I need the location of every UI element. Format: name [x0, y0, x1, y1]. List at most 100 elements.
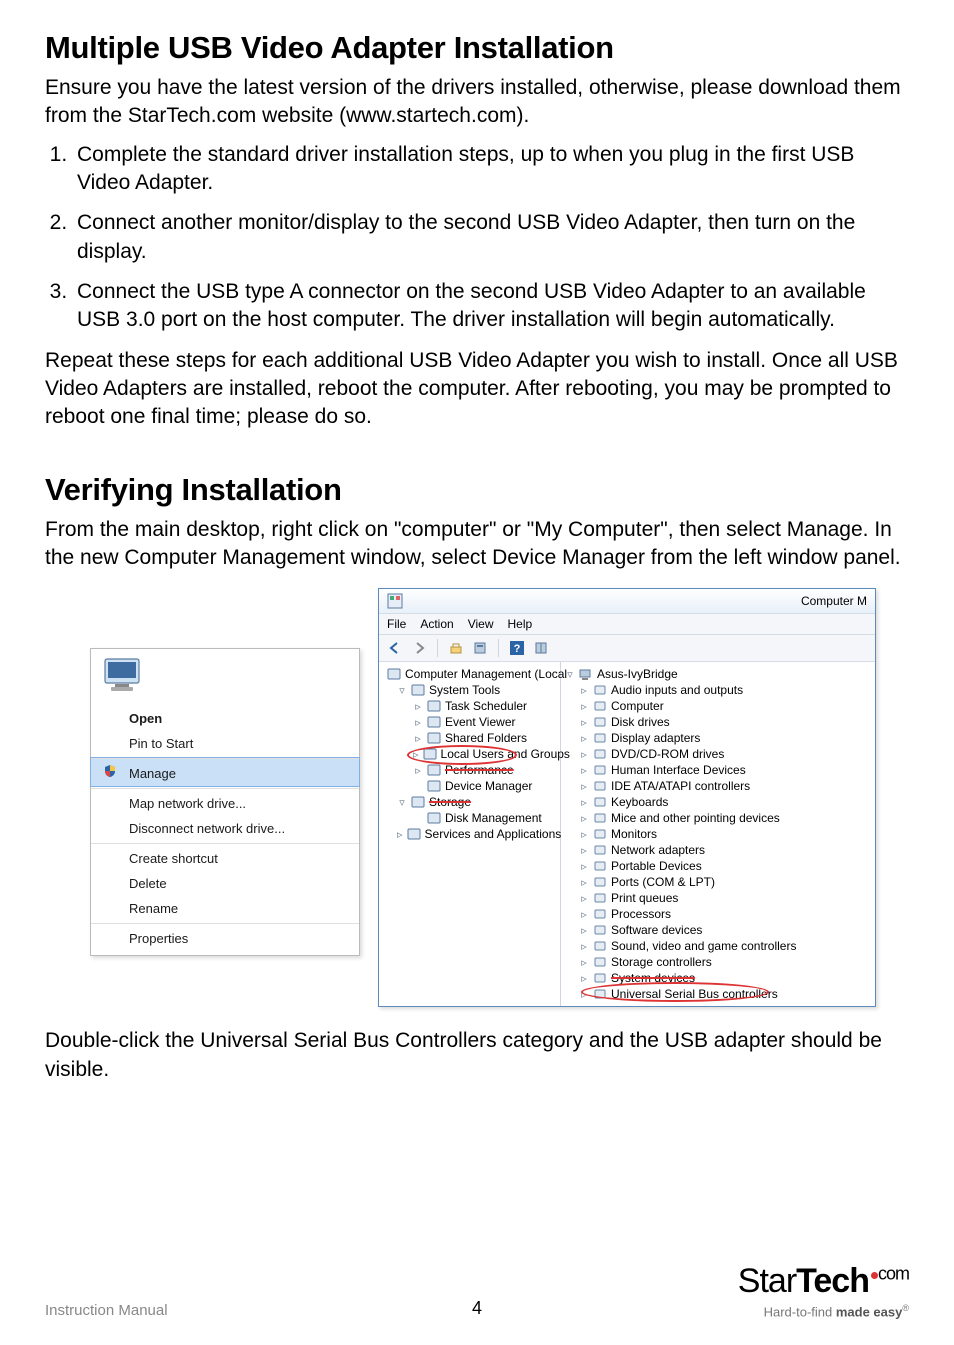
- tree-item[interactable]: ▹Shared Folders: [379, 730, 560, 746]
- context-menu-item[interactable]: Manage: [91, 758, 359, 786]
- device-category[interactable]: ▹Human Interface Devices: [561, 762, 875, 778]
- device-category[interactable]: ▹Software devices: [561, 922, 875, 938]
- step-2: Connect another monitor/display to the s…: [73, 209, 909, 266]
- device-category[interactable]: ▹Storage controllers: [561, 954, 875, 970]
- repeat-paragraph: Repeat these steps for each additional U…: [45, 347, 909, 432]
- device-category[interactable]: ▹Disk drives: [561, 714, 875, 730]
- step-3: Connect the USB type A connector on the …: [73, 278, 909, 335]
- tree-twisty-icon: ▹: [579, 972, 589, 985]
- device-category[interactable]: ▹ Print queues: [561, 890, 875, 906]
- context-menu-item-label: Rename: [129, 901, 178, 916]
- toolbar-properties-icon[interactable]: [470, 638, 490, 658]
- device-category[interactable]: ▹Audio inputs and outputs: [561, 682, 875, 698]
- tree-twisty-icon: ▹: [579, 828, 589, 841]
- device-category[interactable]: ▹Display adapters: [561, 730, 875, 746]
- tree-item-label: Print queues: [611, 891, 678, 905]
- context-menu-item[interactable]: Disconnect network drive...: [91, 816, 359, 841]
- device-category[interactable]: ▹IDE ATA/ATAPI controllers: [561, 778, 875, 794]
- tree-item[interactable]: ▹Local Users and Groups: [379, 746, 560, 762]
- tree-item[interactable]: ▹Services and Applications: [379, 826, 560, 842]
- tree-twisty-icon: ▹: [579, 780, 589, 793]
- cm-body: Computer Management (Local▿System Tools▹…: [379, 662, 875, 1006]
- device-category[interactable]: ▹System devices: [561, 970, 875, 986]
- device-category[interactable]: ▹Keyboards: [561, 794, 875, 810]
- device-category-icon: [593, 875, 607, 889]
- device-category[interactable]: ▹Processors: [561, 906, 875, 922]
- clock-icon: [427, 699, 441, 713]
- tree-twisty-icon: ▹: [413, 732, 423, 745]
- cm-title: Computer M: [801, 594, 867, 608]
- context-menu-screenshot: OpenPin to Start Manage Map network drive.…: [90, 648, 360, 956]
- computer-desktop-icon: [91, 649, 359, 702]
- tree-item-label: Sound, video and game controllers: [611, 939, 796, 953]
- tree-item[interactable]: ▿Storage: [379, 794, 560, 810]
- toolbar-back-icon[interactable]: [385, 638, 405, 658]
- context-menu-item[interactable]: Map network drive...: [91, 788, 359, 816]
- device-category-icon: [593, 971, 607, 985]
- menu-help[interactable]: Help: [508, 617, 533, 631]
- shield-icon: [103, 764, 117, 778]
- tree-item-label: Network adapters: [611, 843, 705, 857]
- startech-logo: StarTechcom: [738, 1262, 909, 1301]
- device-category[interactable]: ▹DVD/CD-ROM drives: [561, 746, 875, 762]
- tree-item[interactable]: ▿System Tools: [379, 682, 560, 698]
- toolbar-forward-icon[interactable]: [409, 638, 429, 658]
- cm-toolbar: ?: [379, 635, 875, 662]
- context-menu-item-label: Properties: [129, 931, 188, 946]
- tree-item-label: Audio inputs and outputs: [611, 683, 743, 697]
- tree-item-label: Universal Serial Bus controllers: [611, 987, 778, 1001]
- device-category[interactable]: ▹ Network adapters: [561, 842, 875, 858]
- tree-twisty-icon: ▹: [579, 924, 589, 937]
- device-category-icon: [593, 763, 607, 777]
- context-menu-item[interactable]: Properties: [91, 923, 359, 951]
- tree-item[interactable]: ▹Performance: [379, 762, 560, 778]
- tree-item-label: DVD/CD-ROM drives: [611, 747, 724, 761]
- intro-paragraph-2: From the main desktop, right click on "c…: [45, 516, 909, 573]
- tree-twisty-icon: ▹: [579, 860, 589, 873]
- device-category[interactable]: ▹Portable Devices: [561, 858, 875, 874]
- context-menu-item[interactable]: Open: [91, 706, 359, 731]
- device-category-icon: [593, 731, 607, 745]
- device-category[interactable]: ▹Mice and other pointing devices: [561, 810, 875, 826]
- heading-multiple-install: Multiple USB Video Adapter Installation: [45, 30, 909, 66]
- device-category[interactable]: ▹Ports (COM & LPT): [561, 874, 875, 890]
- toolbar-up-icon[interactable]: [446, 638, 466, 658]
- tree-item[interactable]: ▹Task Scheduler: [379, 698, 560, 714]
- context-menu-item-label: Manage: [129, 766, 176, 781]
- tree-item-label: Local Users and Groups: [441, 747, 570, 761]
- menu-file[interactable]: File: [387, 617, 406, 631]
- tree-twisty-icon: ▿: [397, 684, 407, 697]
- tree-twisty-icon: ▹: [579, 908, 589, 921]
- device-category[interactable]: ▹Monitors: [561, 826, 875, 842]
- registered-mark-icon: ®: [902, 1303, 909, 1313]
- menu-action[interactable]: Action: [420, 617, 453, 631]
- tree-twisty-icon: ▹: [579, 892, 589, 905]
- tree-twisty-icon: ▹: [579, 844, 589, 857]
- tagline-a: Hard-to-find: [764, 1304, 836, 1319]
- device-tree-root[interactable]: ▿Asus-IvyBridge: [561, 666, 875, 682]
- device-category[interactable]: ▹Universal Serial Bus controllers: [561, 986, 875, 1002]
- tree-twisty-icon: ▹: [579, 940, 589, 953]
- device-category-icon: [593, 779, 607, 793]
- context-menu-item[interactable]: Create shortcut: [91, 843, 359, 871]
- context-menu-item[interactable]: Pin to Start: [91, 731, 359, 756]
- logo-part1: Star: [738, 1262, 796, 1300]
- screenshot-row: OpenPin to Start Manage Map network drive.…: [90, 588, 909, 1007]
- page-number: 4: [472, 1298, 482, 1319]
- tree-item[interactable]: Disk Management: [379, 810, 560, 826]
- tree-item[interactable]: ▹Event Viewer: [379, 714, 560, 730]
- toolbar-help-icon[interactable]: ?: [507, 638, 527, 658]
- device-category[interactable]: ▹Computer: [561, 698, 875, 714]
- toolbar-refresh-icon[interactable]: [531, 638, 551, 658]
- context-menu-item[interactable]: Delete: [91, 871, 359, 896]
- users-icon: [423, 747, 437, 761]
- device-category[interactable]: ▹ Sound, video and game controllers: [561, 938, 875, 954]
- cm-right-tree: ▿Asus-IvyBridge▹Audio inputs and outputs…: [561, 662, 875, 1006]
- menu-view[interactable]: View: [468, 617, 494, 631]
- device-icon: [427, 779, 441, 793]
- device-category-icon: [593, 939, 607, 953]
- tree-item[interactable]: Computer Management (Local: [379, 666, 560, 682]
- context-menu-item[interactable]: Rename: [91, 896, 359, 921]
- tree-item[interactable]: Device Manager: [379, 778, 560, 794]
- device-category-icon: [593, 827, 607, 841]
